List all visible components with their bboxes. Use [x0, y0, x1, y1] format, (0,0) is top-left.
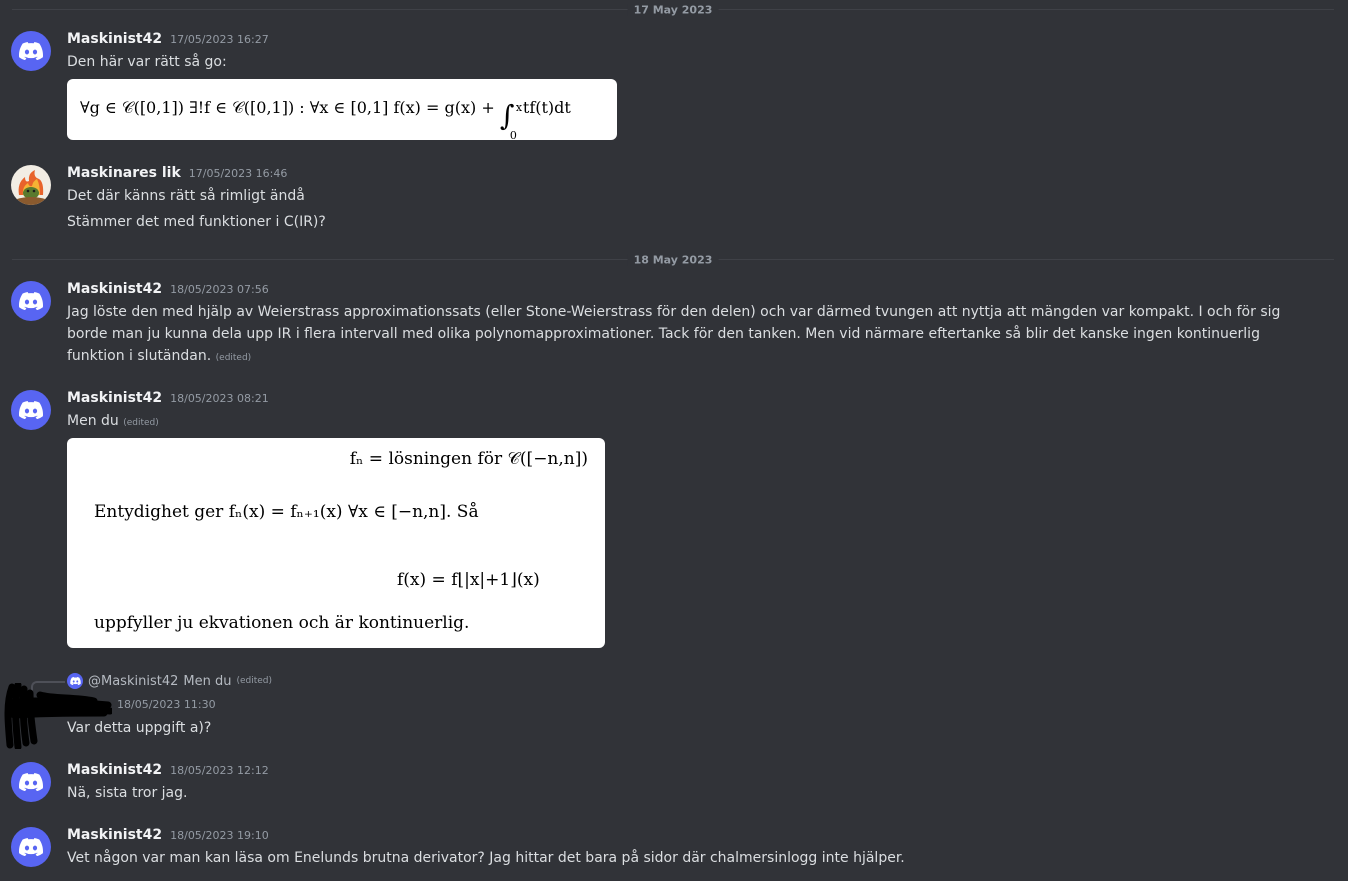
math-line: Entydighet ger fₙ(x) = fₙ₊₁(x) ∀x ∈ [−n,… [94, 502, 479, 522]
username[interactable]: Maskinist42 [67, 762, 162, 778]
edited-label: (edited) [215, 353, 252, 363]
message-header: Maskinist42 17/05/2023 16:27 [67, 31, 269, 47]
username[interactable]: Maskinist42 [67, 390, 162, 406]
discord-logo-icon [19, 292, 43, 310]
timestamp[interactable]: 18/05/2023 19:10 [170, 829, 269, 842]
math-line: uppfyller ju ekvationen och är kontinuer… [94, 613, 470, 633]
date-divider-label: 17 May 2023 [627, 3, 719, 17]
message-text: Det där känns rätt så rimligt ändå [67, 188, 305, 204]
date-divider: 17 May 2023 [12, 3, 1334, 17]
math-line: f(x) = f⌊|x|+1⌋(x) [397, 570, 540, 590]
timestamp[interactable]: 17/05/2023 16:46 [189, 167, 288, 180]
timestamp[interactable]: 18/05/2023 08:21 [170, 392, 269, 405]
message-text: Var detta uppgift a)? [67, 720, 212, 736]
discord-logo-icon [19, 838, 43, 856]
message-header: Maskinares lik 17/05/2023 16:46 [67, 165, 287, 181]
message-header: 18/05/2023 11:30 [67, 698, 216, 711]
message-header: Maskinist42 18/05/2023 12:12 [67, 762, 269, 778]
latex-image[interactable]: fₙ = lösningen för 𝒞([−n,n]) Entydighet … [67, 438, 605, 648]
discord-logo-icon [19, 773, 43, 791]
message-text: Jag löste den med hjälp av Weierstrass a… [67, 304, 1281, 364]
avatar[interactable] [11, 827, 51, 867]
message-text: Vet någon var man kan läsa om Enelunds b… [67, 850, 905, 866]
message-text: Men du (edited) [67, 413, 159, 429]
message-text: Stämmer det med funktioner i C(IR)? [67, 214, 326, 230]
integral-lower: 0 [509, 129, 517, 142]
edited-label: (edited) [236, 676, 272, 686]
avatar[interactable] [11, 390, 51, 430]
message-text: Den här var rätt så go: [67, 54, 227, 70]
message-header: Maskinist42 18/05/2023 07:56 [67, 281, 269, 297]
discord-logo-icon [19, 42, 43, 60]
edited-label: (edited) [123, 418, 159, 428]
timestamp[interactable]: 18/05/2023 07:56 [170, 283, 269, 296]
math-line: fₙ = lösningen för 𝒞([−n,n]) [349, 449, 588, 469]
username[interactable]: Maskinares lik [67, 165, 181, 181]
timestamp[interactable]: 17/05/2023 16:27 [170, 33, 269, 46]
avatar[interactable] [11, 165, 51, 205]
username[interactable]: Maskinist42 [67, 281, 162, 297]
avatar[interactable] [11, 762, 51, 802]
integral-sign: ∫ [499, 99, 515, 132]
avatar[interactable] [11, 281, 51, 321]
username[interactable]: Maskinist42 [67, 827, 162, 843]
integral-upper: x [515, 101, 523, 114]
latex-image[interactable]: ∀g ∈ 𝒞([0,1]) ∃!f ∈ 𝒞([0,1]) : ∀x ∈ [0,1… [67, 79, 617, 142]
fire-creature-avatar-icon [17, 170, 45, 205]
message-header: Maskinist42 18/05/2023 08:21 [67, 390, 269, 406]
math-expression: ∀g ∈ 𝒞([0,1]) ∃!f ∈ 𝒞([0,1]) : ∀x ∈ [0,1… [80, 98, 571, 142]
date-divider: 18 May 2023 [12, 253, 1334, 267]
reply-text[interactable]: Men du [183, 674, 231, 689]
redaction-scribble [4, 683, 112, 749]
username[interactable]: Maskinist42 [67, 31, 162, 47]
avatar[interactable] [11, 31, 51, 71]
message-header: Maskinist42 18/05/2023 19:10 [67, 827, 269, 843]
timestamp[interactable]: 18/05/2023 12:12 [170, 764, 269, 777]
timestamp[interactable]: 18/05/2023 11:30 [117, 698, 216, 711]
discord-logo-icon [19, 401, 43, 419]
date-divider-label: 18 May 2023 [627, 253, 719, 267]
message-text: Nä, sista tror jag. [67, 785, 188, 801]
